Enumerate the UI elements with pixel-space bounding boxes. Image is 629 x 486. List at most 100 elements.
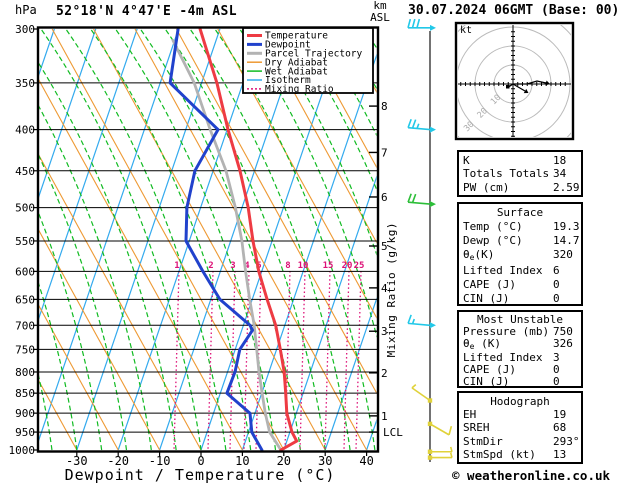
isotherm-line (39, 28, 180, 442)
altitude-tick-label: 8 (381, 100, 388, 113)
panel-row: CAPE (J) 0 (463, 278, 581, 292)
panel-row-value: 34 (553, 167, 567, 181)
panel-row-value: 293° (553, 434, 580, 448)
wind-barb-shaft (408, 126, 431, 131)
pressure-tick-label: 750 (15, 343, 35, 356)
wind-barb (411, 384, 433, 403)
mixing-ratio-line (173, 270, 180, 451)
theta-e-subscript: e (469, 341, 475, 351)
pressure-tick-label: 450 (15, 165, 35, 178)
panel-row-value: 750 (553, 324, 573, 338)
panel-row-value: 14.7 (553, 233, 580, 247)
panel-row-label: Pressure (mb) (463, 324, 550, 338)
x-axis-title: Dewpoint / Temperature (°C) (64, 466, 336, 484)
panel-row-label: SREH (463, 421, 490, 435)
panel-row-value: 0 (553, 278, 560, 292)
wind-barb-half-feather (411, 384, 417, 389)
theta-e-subscript: e (469, 252, 475, 262)
panel-row: EH 19 (463, 408, 581, 421)
panel-row: StmDir 293° (463, 435, 581, 448)
isotherm-line (0, 29, 13, 450)
altitude-tick-label: 2 (381, 367, 388, 380)
panel-row-value: 19 (553, 408, 567, 422)
copyright: © weatheronline.co.uk (452, 468, 611, 483)
pressure-gridlines (39, 82, 377, 433)
panel-row: Pressure (mb) 750 (463, 324, 581, 338)
panel-row-value: 0 (553, 292, 560, 306)
wet-adiabat-line (90, 28, 252, 451)
panel-row: K 18 (463, 154, 581, 167)
panel-box: Hodograph EH 19 SREH 68 StmDir 293° StmSpd (kt)… (457, 391, 583, 464)
panel-row: θe(K) 320 (463, 248, 581, 265)
panel-row: StmSpd (kt) 13 (463, 448, 581, 461)
wind-barb-marker (427, 421, 433, 427)
panel-row-label: θe(K) (463, 247, 495, 262)
wind-barb-shaft (408, 201, 431, 205)
panel-row: Temp (°C) 19.3 (463, 220, 581, 234)
legend: TemperatureDewpointParcel TrajectoryDry … (242, 27, 374, 95)
wind-barb-shaft (411, 387, 431, 402)
mixing-ratio-value-label: 1 (174, 261, 179, 271)
wind-barb-feather (411, 193, 417, 203)
wind-barb (407, 314, 436, 329)
panel-row-label: PW (cm) (463, 180, 510, 194)
panel-row-label: CAPE (J) (463, 278, 516, 292)
panel-row: Lifted Index 6 (463, 264, 581, 278)
wind-barb-feather (411, 18, 416, 29)
pressure-tick-label: 300 (15, 23, 35, 36)
wind-barb-marker (427, 455, 433, 460)
panel-title: Hodograph (490, 395, 550, 408)
wind-barb-feather (407, 18, 412, 29)
panel-row: Totals Totals 34 (463, 167, 581, 180)
mixing-ratio-value-label: 2 (208, 261, 213, 271)
mixing-ratio-value-label: 3 (230, 261, 235, 271)
mixing-ratio-value-label: 15 (323, 261, 334, 271)
panel-row: Dewp (°C) 14.7 (463, 234, 581, 248)
pressure-tick-label: 700 (15, 319, 35, 332)
station-title: 52°18'N 4°47'E -4m ASL (56, 4, 237, 19)
dry-adiabat-line (39, 79, 243, 451)
panel-row-label: K (463, 154, 470, 167)
panel-row-label: EH (463, 408, 477, 422)
wind-barb (407, 118, 436, 133)
panel-row-label: StmSpd (kt) (463, 447, 536, 461)
panel-row-value: 68 (553, 421, 567, 435)
pressure-tick-label: 350 (15, 77, 35, 90)
panel-box: Surface Temp (°C) 19.3 Dewp (°C) 14.7 θe(K) 32… (457, 202, 583, 306)
wind-barb-half-feather (411, 318, 416, 325)
wind-barb-feather (407, 118, 412, 128)
panel-row-value: 19.3 (553, 219, 580, 233)
pressure-tick-label: 850 (15, 387, 35, 400)
pressure-tick-label: 550 (15, 235, 35, 248)
wind-barb-marker (430, 24, 436, 31)
panel-box: Most Unstable Pressure (mb) 750 θe (K) 326 Li… (457, 310, 583, 388)
wet-adiabat-line (65, 28, 227, 451)
panel-row-label: Dewp (°C) (463, 233, 523, 247)
hodograph-origin-marker (506, 85, 510, 89)
mixing-ratio-value-label: 20 (342, 261, 353, 271)
mixing-ratio-value-label: 25 (354, 261, 365, 271)
wind-barb-feather (407, 193, 412, 203)
pressure-tick-label: 600 (15, 265, 35, 278)
panel-row: SREH 68 (463, 421, 581, 434)
wind-barb-feather (416, 18, 421, 29)
panel-box: K 18 Totals Totals 34 PW (cm) 2.59 (457, 150, 583, 197)
wind-barb (427, 421, 453, 436)
panel-row-label: StmDir (463, 434, 503, 448)
wet-adiabat-line (0, 29, 2, 450)
panel-row-label: CIN (J) (463, 292, 510, 306)
wind-barb-feather (411, 119, 417, 129)
wind-barb (407, 18, 436, 31)
pressure-tick-label: 1000 (9, 444, 36, 457)
pressure-axis-unit: hPa (15, 3, 37, 17)
temperature-tick-label: 40 (359, 454, 373, 468)
wind-barb-marker (430, 201, 436, 208)
panel-row-value: 2.59 (553, 180, 580, 194)
altitude-tick-label: 7 (381, 146, 388, 159)
panel-row-value: 6 (553, 264, 560, 278)
panel-row-label: θe (K) (463, 336, 501, 351)
panel-row-label: Totals Totals (463, 167, 550, 181)
mixing-ratio-value-label: 10 (298, 261, 309, 271)
wind-barb-half-feather (416, 123, 420, 129)
lcl-label: LCL (383, 426, 403, 439)
